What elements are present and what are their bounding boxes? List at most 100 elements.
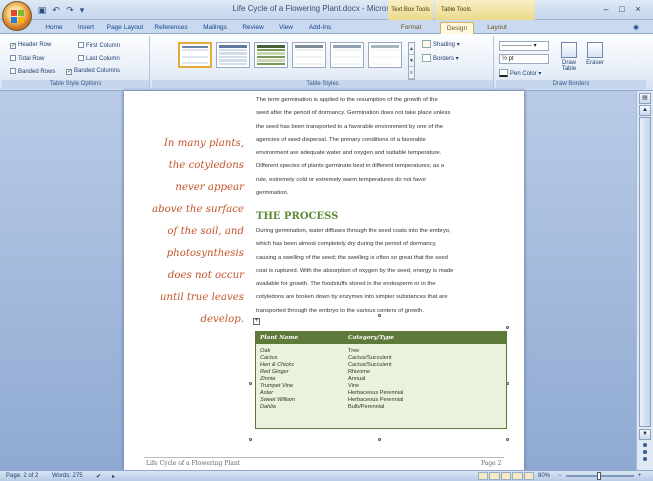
footer-title[interactable]: Life Cycle of a Flowering Plant (146, 460, 240, 467)
table-cell[interactable]: Herbaceous Perennial (348, 390, 403, 397)
table-cell[interactable]: Cactus/Succulent (348, 362, 392, 369)
table-cell[interactable]: Dahlia (260, 404, 276, 411)
gallery-down-icon[interactable]: ▼ (409, 55, 414, 67)
text-box-resize-handle[interactable] (249, 382, 252, 385)
table-cell[interactable]: Cactus/Succulent (348, 355, 392, 362)
tab-design[interactable]: Design (440, 22, 474, 34)
maximize-button[interactable]: □ (616, 3, 628, 15)
table-header-cell[interactable]: Plant Name (260, 332, 298, 344)
next-page-icon[interactable] (643, 457, 647, 461)
select-browse-object-icon[interactable] (643, 450, 647, 454)
print-layout-view-icon[interactable] (478, 472, 489, 480)
gallery-up-icon[interactable]: ▲ (409, 43, 414, 55)
text-box-resize-handle[interactable] (378, 314, 381, 317)
tab-references[interactable]: References (150, 22, 192, 34)
table-style-swatch[interactable] (368, 42, 402, 68)
table-cell[interactable]: Cactus (260, 355, 277, 362)
tab-format[interactable]: Format (396, 22, 426, 34)
tab-layout[interactable]: Layout (482, 22, 512, 34)
checkbox-last-column[interactable]: Last Column (78, 55, 120, 62)
table-cell[interactable]: Trumpet Vine (260, 383, 293, 390)
table-cell[interactable]: Zinnia (260, 376, 275, 383)
outline-view-icon[interactable] (512, 472, 523, 480)
pen-icon (499, 69, 508, 77)
table-style-swatch[interactable] (178, 42, 212, 68)
scroll-up-icon[interactable]: ▲ (639, 105, 651, 116)
borders-button[interactable]: Borders ▾ (422, 54, 459, 62)
draft-view-icon[interactable] (523, 472, 535, 480)
section-heading[interactable]: THE PROCESS (256, 211, 338, 222)
close-button[interactable]: × (632, 3, 644, 15)
table-move-handle-icon[interactable]: + (253, 318, 260, 325)
checkbox-banded-rows[interactable]: Banded Rows (10, 68, 55, 75)
line-style-select[interactable]: ————— ▾ (499, 41, 549, 51)
tab-mailings[interactable]: Mailings (198, 22, 232, 34)
zoom-level[interactable]: 80% (538, 473, 550, 479)
table-cell[interactable]: Herbaceous Perennial (348, 397, 403, 404)
macro-record-icon[interactable]: ▸ (112, 473, 115, 480)
scroll-down-icon[interactable]: ▼ (639, 429, 651, 440)
ribbon-tab-bar: Home Insert Page Layout References Maili… (0, 20, 653, 34)
tab-page-layout[interactable]: Page Layout (104, 22, 146, 34)
context-group-table-tools: Table Tools (435, 0, 535, 20)
checkbox-total-row[interactable]: Total Row (10, 55, 44, 62)
vertical-scrollbar[interactable]: ▤ ▲ ▼ (636, 91, 653, 470)
gallery-scroll[interactable]: ▲ ▼ ≡ (408, 42, 415, 80)
tab-insert[interactable]: Insert (72, 22, 100, 34)
paragraph-process[interactable]: During germination, water diffuses throu… (256, 225, 510, 318)
ruler-toggle-icon[interactable]: ▤ (639, 93, 651, 104)
zoom-in-icon[interactable]: + (638, 473, 642, 479)
minimize-button[interactable]: – (600, 3, 612, 15)
help-icon[interactable]: ◉ (630, 22, 642, 34)
tab-view[interactable]: View (274, 22, 298, 34)
text-box-resize-handle[interactable] (378, 438, 381, 441)
table-cell[interactable]: Tree (348, 348, 359, 355)
table-cell[interactable]: Red Ginger (260, 369, 289, 376)
checkbox-header-row[interactable]: ✓ Header Row (10, 42, 51, 49)
zoom-slider-thumb[interactable] (597, 472, 601, 480)
draw-table-button[interactable]: Draw Table (558, 42, 580, 72)
table-cell[interactable]: Oak (260, 348, 270, 355)
scroll-thumb[interactable] (639, 117, 651, 427)
line-weight-select[interactable]: ½ pt (499, 54, 549, 64)
text-box-resize-handle[interactable] (506, 438, 509, 441)
document-page[interactable]: In many plants, the cotyledons never app… (124, 91, 524, 470)
borders-icon (422, 54, 431, 62)
previous-page-icon[interactable] (643, 443, 647, 447)
plant-table[interactable]: Plant Name Category/Type Oak Tree Cactus C… (255, 331, 507, 429)
full-screen-reading-view-icon[interactable] (489, 472, 500, 480)
table-cell[interactable]: Rhizome (348, 369, 370, 376)
table-style-swatch[interactable] (216, 42, 250, 68)
view-buttons (478, 472, 535, 480)
footer-page-number[interactable]: Page 2 (481, 460, 501, 467)
table-cell[interactable]: Bulb/Perennial (348, 404, 384, 411)
zoom-out-icon[interactable]: − (558, 473, 562, 479)
office-button[interactable] (2, 1, 32, 31)
paragraph-germination[interactable]: The term germination is applied to the r… (256, 94, 510, 200)
pen-color-button[interactable]: Pen Color ▾ (499, 69, 541, 77)
table-style-swatch[interactable] (330, 42, 364, 68)
web-layout-view-icon[interactable] (500, 472, 512, 480)
text-box-resize-handle[interactable] (506, 326, 509, 329)
table-cell[interactable]: Vine (348, 383, 359, 390)
checkbox-banded-columns[interactable]: ✓ Banded Columns (66, 68, 120, 75)
shading-button[interactable]: Shading ▾ (422, 40, 460, 48)
table-cell[interactable]: Sweet William (260, 397, 295, 404)
tab-add-ins[interactable]: Add-Ins (304, 22, 336, 34)
page-count-status[interactable]: Page: 2 of 2 (6, 473, 38, 479)
table-cell[interactable]: Hen & Chicks (260, 362, 294, 369)
proofing-icon[interactable]: ✔ (96, 473, 101, 480)
table-style-swatch[interactable] (292, 42, 326, 68)
gallery-more-icon[interactable]: ≡ (409, 67, 414, 79)
checkbox-first-column[interactable]: First Column (78, 42, 120, 49)
table-cell[interactable]: Annual (348, 376, 365, 383)
word-count-status[interactable]: Words: 275 (52, 473, 83, 479)
table-cell[interactable]: Aster (260, 390, 273, 397)
table-header-cell[interactable]: Category/Type (348, 332, 394, 344)
tab-review[interactable]: Review (238, 22, 268, 34)
eraser-button[interactable]: Eraser (584, 42, 606, 66)
tab-home[interactable]: Home (40, 22, 68, 34)
pull-quote[interactable]: In many plants, the cotyledons never app… (144, 133, 244, 331)
text-box-resize-handle[interactable] (249, 438, 252, 441)
table-style-swatch[interactable] (254, 42, 288, 68)
